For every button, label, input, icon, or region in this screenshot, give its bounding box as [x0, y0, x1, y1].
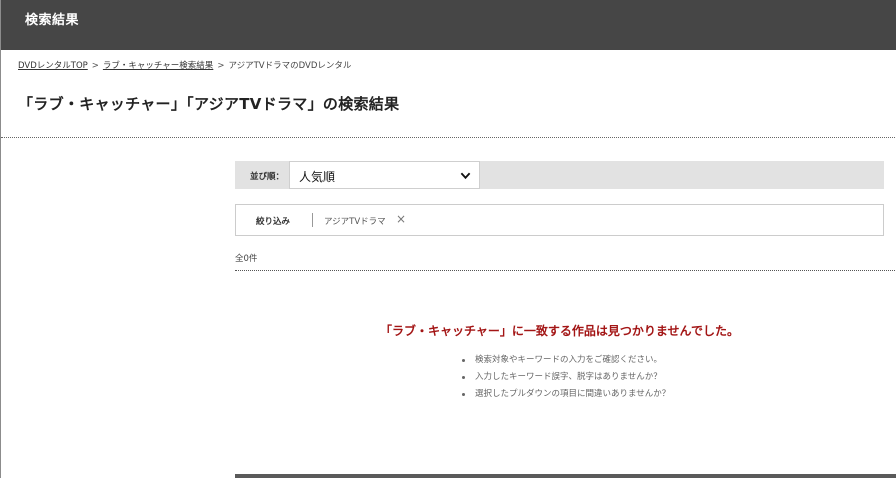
results-divider [235, 270, 896, 271]
list-item: 選択したプルダウンの項目に間違いありませんか？ [459, 389, 670, 406]
breadcrumb-current: アジアTVドラマのDVDレンタル [228, 61, 352, 71]
filter-divider [312, 213, 313, 227]
sort-order-selected-value: 人気順 [299, 170, 336, 184]
list-item: 検索対象やキーワードの入力をご確認ください。 [459, 355, 670, 372]
breadcrumb-link-dvd-rental-top[interactable]: DVDレンタルTOP [18, 61, 88, 71]
list-item: 入力したキーワード誤字、脱字はありませんか？ [459, 372, 670, 389]
breadcrumb-separator: > [217, 61, 225, 71]
filter-label: 絞り込み [256, 217, 291, 227]
search-hints-list: 検索対象やキーワードの入力をご確認ください。 入力したキーワード誤字、脱字はあり… [459, 355, 670, 406]
result-count: 全0件 [235, 254, 258, 264]
page-title: 「ラブ・キャッチャー」「アジアTVドラマ」の検索結果 [18, 95, 400, 113]
header-bar: 検索結果 [1, 0, 896, 50]
sort-order-select[interactable]: 人気順 [289, 161, 480, 189]
sort-bar: 並び順： 人気順 [235, 161, 884, 189]
title-divider [1, 137, 896, 138]
sort-label: 並び順： [250, 172, 285, 182]
footer-bar [235, 474, 896, 478]
no-results-message: 「ラブ・キャッチャー」に一致する作品は見つかりませんでした。 [380, 324, 739, 338]
filter-bar: 絞り込み アジアTVドラマ × [235, 204, 884, 236]
header-title: 検索結果 [25, 13, 80, 28]
breadcrumb-separator: > [91, 61, 99, 71]
breadcrumb-link-search-results[interactable]: ラブ・キャッチャー検索結果 [103, 61, 213, 71]
breadcrumb: DVDレンタルTOP > ラブ・キャッチャー検索結果 > アジアTVドラマのDVDレンタ… [18, 59, 351, 71]
chevron-down-icon [460, 172, 471, 180]
close-icon[interactable]: × [396, 212, 406, 226]
filter-tag-asian-tv-drama: アジアTVドラマ [324, 217, 386, 227]
page: 検索結果 DVDレンタルTOP > ラブ・キャッチャー検索結果 > アジアTVドラマのD… [0, 0, 896, 478]
